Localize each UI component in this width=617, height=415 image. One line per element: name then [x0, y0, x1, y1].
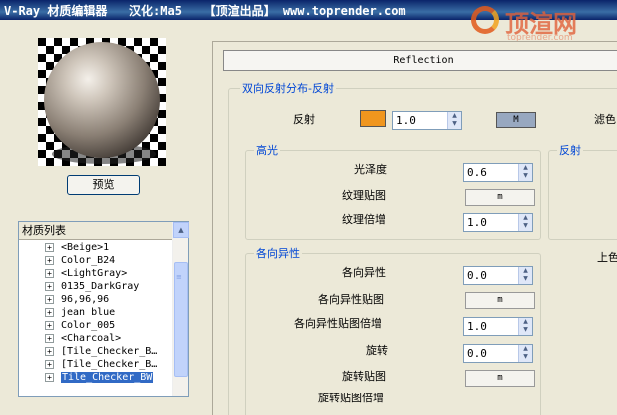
material-list-item[interactable]: + Tile_Checker_BW	[19, 371, 173, 384]
glossiness-spinner[interactable]: 0.6 ▲ ▼	[463, 163, 533, 182]
material-item-label: Tile_Checker_BW	[61, 372, 154, 383]
rotation-map-multiplier-label: 旋转贴图倍增	[318, 393, 384, 403]
material-list-item[interactable]: + [Tile_Checker_B…	[19, 345, 173, 358]
material-item-label: <LightGray>	[61, 268, 128, 279]
rotation-label: 旋转	[366, 344, 388, 357]
spinner-arrows-icon[interactable]: ▲ ▼	[518, 164, 532, 181]
expand-plus-icon[interactable]: +	[45, 243, 54, 252]
anisotropy-map-multiplier-label: 各向异性贴图倍增	[294, 317, 382, 330]
preview-sphere-image	[38, 38, 166, 166]
upper-color-label: 上色	[597, 251, 617, 264]
material-list-item[interactable]: + [Tile_Checker_B…	[19, 358, 173, 371]
rotation-map-button[interactable]: m	[465, 370, 535, 387]
expand-plus-icon[interactable]: +	[45, 373, 54, 382]
expand-plus-icon[interactable]: +	[45, 334, 54, 343]
material-list-header: 材质列表	[19, 222, 188, 240]
reflection-rollout-button[interactable]: Reflection	[223, 50, 617, 71]
spinner-arrows-icon[interactable]: ▲ ▼	[518, 214, 532, 231]
expand-plus-icon[interactable]: +	[45, 308, 54, 317]
anisotropy-map-multiplier-spinner[interactable]: 1.0 ▲ ▼	[463, 317, 533, 336]
material-item-label: jean blue	[61, 307, 116, 318]
window-title: V-Ray 材质编辑器 汉化:Ma5 【顶渲出品】 www.toprender.…	[4, 4, 406, 18]
expand-plus-icon[interactable]: +	[45, 295, 54, 304]
material-item-label: 96,96,96	[61, 294, 110, 305]
material-list-item[interactable]: + Color_005	[19, 319, 173, 332]
material-list-item[interactable]: + <Beige>1	[19, 241, 173, 254]
material-preview	[38, 38, 166, 166]
expand-plus-icon[interactable]: +	[45, 269, 54, 278]
scroll-up-arrow-icon[interactable]: ▲	[173, 222, 189, 238]
spinner-arrows-icon[interactable]: ▲ ▼	[447, 112, 461, 129]
texture-map-button[interactable]: m	[465, 189, 535, 206]
spinner-arrows-icon[interactable]: ▲ ▼	[518, 318, 532, 335]
material-list-item[interactable]: + Color_B24	[19, 254, 173, 267]
reflection-color-swatch[interactable]	[360, 110, 386, 127]
material-list-item[interactable]: + <LightGray>	[19, 267, 173, 280]
reflect-sub-group	[548, 150, 617, 240]
anisotropy-map-label: 各向异性贴图	[318, 293, 384, 306]
material-list: 材质列表 + <Beige>1 + Color_B24 + <LightGray> +013…	[18, 221, 189, 397]
expand-plus-icon[interactable]: +	[45, 360, 54, 369]
expand-plus-icon[interactable]: +	[45, 256, 54, 265]
expand-plus-icon[interactable]: +	[45, 321, 54, 330]
reflect-group-title: 反射	[557, 142, 583, 158]
reflection-amount-value: 1.0	[396, 114, 416, 127]
texture-multiplier-label: 纹理倍增	[342, 213, 386, 226]
material-list-scrollbar[interactable]: ▲ ≡	[172, 222, 189, 396]
material-item-label: Color_B24	[61, 255, 116, 266]
material-item-label: <Charcoal>	[61, 333, 122, 344]
spinner-arrows-icon[interactable]: ▲ ▼	[518, 345, 532, 362]
reflection-map-button[interactable]: M	[496, 112, 536, 128]
material-list-items: + <Beige>1 + Color_B24 + <LightGray> +0135_Dar…	[19, 241, 173, 384]
texture-multiplier-value: 1.0	[467, 216, 487, 229]
anisotropy-spinner[interactable]: 0.0 ▲ ▼	[463, 266, 533, 285]
material-item-label: <Beige>1	[61, 242, 110, 253]
reflection-label: 反射	[293, 113, 315, 126]
texture-map-label: 纹理贴图	[342, 189, 386, 202]
material-list-item[interactable]: +96,96,96	[19, 293, 173, 306]
reflection-amount-spinner[interactable]: 1.0 ▲ ▼	[392, 111, 462, 130]
logo-swirl-icon	[471, 6, 499, 34]
glossiness-value: 0.6	[467, 166, 487, 179]
material-item-label: [Tile_Checker_B…	[61, 346, 158, 357]
anisotropy-value: 0.0	[467, 269, 487, 282]
expand-plus-icon[interactable]: +	[45, 347, 54, 356]
spinner-arrows-icon[interactable]: ▲ ▼	[518, 267, 532, 284]
highlight-group-title: 高光	[254, 142, 280, 158]
anisotropy-group-title: 各向异性	[254, 245, 302, 261]
rotation-spinner[interactable]: 0.0 ▲ ▼	[463, 344, 533, 363]
material-list-item[interactable]: + jean blue	[19, 306, 173, 319]
preview-button[interactable]: 预览	[67, 175, 140, 195]
material-item-label: 0135_DarkGray	[61, 281, 140, 292]
anisotropy-map-button[interactable]: m	[465, 292, 535, 309]
expand-plus-icon[interactable]: +	[45, 282, 54, 291]
texture-multiplier-spinner[interactable]: 1.0 ▲ ▼	[463, 213, 533, 232]
material-item-label: [Tile_Checker_B…	[61, 359, 158, 370]
material-list-item[interactable]: +0135_DarkGray	[19, 280, 173, 293]
material-list-item[interactable]: + <Charcoal>	[19, 332, 173, 345]
anisotropy-map-multiplier-value: 1.0	[467, 320, 487, 333]
scroll-grip-icon: ≡	[176, 273, 182, 281]
filter-label: 滤色	[594, 113, 616, 126]
anisotropy-label: 各向异性	[342, 266, 386, 279]
glossiness-label: 光泽度	[354, 163, 387, 176]
rotation-value: 0.0	[467, 347, 487, 360]
brdf-group-title: 双向反射分布-反射	[240, 80, 336, 96]
material-item-label: Color_005	[61, 320, 116, 331]
rotation-map-label: 旋转贴图	[342, 370, 386, 383]
